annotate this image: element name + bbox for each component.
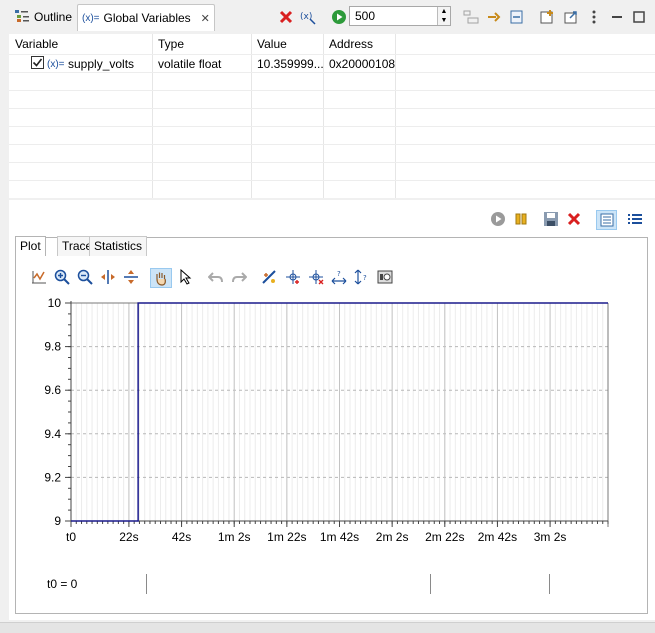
status-divider: [430, 574, 431, 594]
x-tick-label: 1m 22s: [267, 530, 306, 544]
plot-grid: [71, 303, 608, 521]
x-tick-label: 3m 2s: [534, 530, 567, 544]
plot-axes: [65, 301, 609, 527]
tab-plot[interactable]: Plot: [15, 236, 46, 256]
plot-chart[interactable]: 10 9.8 9.6 9.4 9.2 9 t0 22s 42s 1m 2s 1m 22s 1m 42s…: [0, 0, 655, 632]
bottom-status-strip: [0, 622, 655, 633]
status-divider: [146, 574, 147, 594]
x-tick-label: 1m 42s: [320, 530, 359, 544]
x-tick-label: 2m 2s: [376, 530, 409, 544]
x-tick-label: 1m 2s: [218, 530, 251, 544]
t0-readout: t0 = 0: [47, 577, 78, 591]
status-divider: [549, 574, 550, 594]
plot-tick-labels: 10 9.8 9.6 9.4 9.2 9 t0 22s 42s 1m 2s 1m 22s 1m 42s…: [44, 296, 566, 544]
y-tick-label: 9.6: [44, 383, 61, 397]
x-tick-label: 42s: [172, 530, 191, 544]
y-tick-label: 9.4: [44, 427, 61, 441]
x-tick-label: 2m 22s: [425, 530, 464, 544]
x-tick-label: t0: [66, 530, 76, 544]
y-tick-label: 9: [54, 514, 61, 528]
y-tick-label: 9.8: [44, 340, 61, 354]
y-tick-label: 10: [48, 296, 62, 310]
x-tick-label: 22s: [119, 530, 138, 544]
y-tick-label: 9.2: [44, 470, 61, 484]
x-tick-label: 2m 42s: [478, 530, 517, 544]
